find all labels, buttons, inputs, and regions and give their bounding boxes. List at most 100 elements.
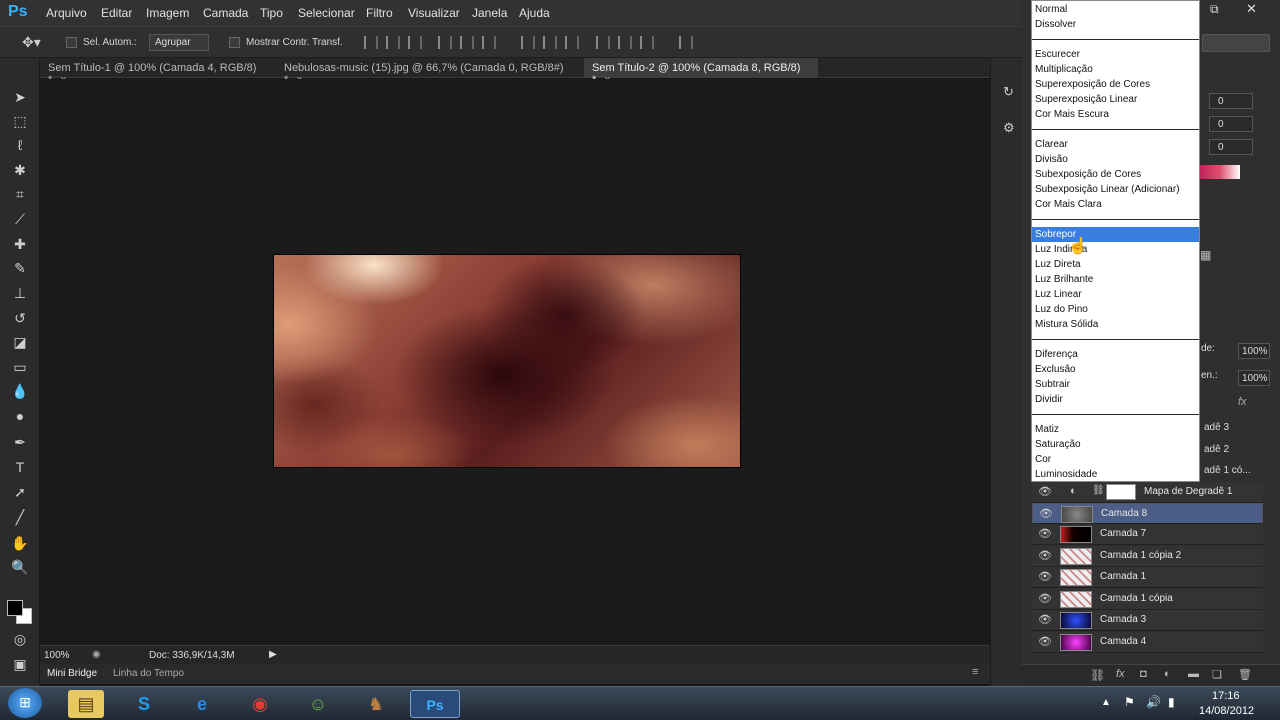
layer-row[interactable]: 👁 Camada 8 — [1032, 503, 1263, 524]
foreground-color-swatch[interactable] — [7, 600, 23, 616]
auto-select-checkbox[interactable] — [66, 37, 77, 48]
game-icon[interactable]: ♞ — [358, 690, 394, 718]
internet-explorer-icon[interactable]: e — [184, 690, 220, 718]
link-layers-icon[interactable]: ⛓ — [1090, 668, 1105, 682]
network-icon[interactable]: ▮ — [1168, 695, 1175, 709]
explorer-icon[interactable]: ▤ — [68, 690, 104, 718]
blend-option[interactable]: Matiz — [1032, 422, 1199, 437]
line-tool-icon[interactable]: ╱ — [10, 508, 30, 526]
blend-option[interactable]: Luz Brilhante — [1032, 272, 1199, 287]
show-hidden-icons-icon[interactable]: ▲ — [1101, 697, 1111, 708]
zoom-level[interactable]: 100% — [44, 650, 70, 661]
fx-icon[interactable]: fx — [1116, 668, 1125, 680]
eye-icon[interactable]: 👁 — [1038, 549, 1052, 562]
blend-option[interactable]: Dissolver — [1032, 17, 1199, 32]
blend-option[interactable]: Subtrair — [1032, 377, 1199, 392]
layer-gradient-map[interactable]: 👁 ◐ ⛓ Mapa de Degradê 1 — [1032, 482, 1263, 503]
blend-option[interactable]: Clarear — [1032, 137, 1199, 152]
messenger-icon[interactable]: ☺ — [300, 690, 336, 718]
menu-ajuda[interactable]: Ajuda — [519, 6, 550, 20]
distribute-vcenter-icon[interactable] — [543, 36, 557, 49]
blend-option[interactable]: Divisão — [1032, 152, 1199, 167]
tab-document-2[interactable]: Nebulosas-music (15).jpg @ 66,7% (Camada… — [276, 58, 584, 86]
quick-mask-icon[interactable]: ◎ — [10, 630, 30, 648]
menu-tipo[interactable]: Tipo — [260, 6, 283, 20]
color-value-r[interactable]: 0 — [1209, 93, 1253, 109]
document-canvas[interactable] — [273, 254, 741, 468]
layer-row[interactable]: 👁 Camada 3 — [1032, 610, 1263, 631]
eye-icon[interactable]: 👁 — [1038, 570, 1052, 583]
marquee-tool-icon[interactable]: ⬚ — [10, 112, 30, 130]
chrome-icon[interactable]: ◉ — [242, 690, 278, 718]
blend-option[interactable]: Cor Mais Escura — [1032, 107, 1199, 122]
new-group-icon[interactable]: ▬ — [1188, 668, 1199, 680]
blend-mode-dropdown[interactable]: Normal Dissolver Escurecer Multiplicação… — [1031, 0, 1200, 482]
volume-icon[interactable]: 🔊 — [1146, 695, 1161, 709]
add-mask-icon[interactable]: ◘ — [1140, 668, 1147, 680]
path-selection-icon[interactable]: ➚ — [10, 483, 30, 501]
blend-option[interactable]: Escurecer — [1032, 47, 1199, 62]
lasso-tool-icon[interactable]: ℓ — [10, 136, 30, 154]
group-select[interactable]: Agrupar — [149, 34, 209, 51]
blur-tool-icon[interactable]: 💧 — [10, 382, 30, 400]
align-vcenter-icon[interactable] — [386, 36, 400, 49]
eraser-tool-icon[interactable]: ◪ — [10, 333, 30, 351]
blend-option[interactable]: Superexposição Linear — [1032, 92, 1199, 107]
blend-option[interactable]: Cor — [1032, 452, 1199, 467]
align-left-icon[interactable] — [438, 36, 452, 49]
type-tool-icon[interactable]: T — [10, 458, 30, 476]
gradient-tool-icon[interactable]: ▭ — [10, 358, 30, 376]
distribute-bottom-icon[interactable] — [565, 36, 579, 49]
panel-menu-icon[interactable]: ≡ — [972, 666, 978, 678]
blend-option[interactable]: Luminosidade — [1032, 467, 1199, 482]
healing-brush-icon[interactable]: ✚ — [10, 235, 30, 253]
color-value-g[interactable]: 0 — [1209, 116, 1253, 132]
menu-imagem[interactable]: Imagem — [146, 6, 189, 20]
crop-tool-icon[interactable]: ⌗ — [10, 185, 30, 203]
eye-icon[interactable]: 👁 — [1039, 507, 1053, 520]
workspace-select[interactable] — [1202, 34, 1270, 52]
skype-icon[interactable]: S — [126, 690, 162, 718]
eye-icon[interactable]: 👁 — [1038, 592, 1052, 605]
eyedropper-tool-icon[interactable]: ⟋ — [10, 210, 30, 228]
distribute-hcenter-icon[interactable] — [618, 36, 632, 49]
eye-icon[interactable]: 👁 — [1038, 635, 1052, 648]
trash-icon[interactable]: 🗑 — [1238, 668, 1252, 681]
history-brush-icon[interactable]: ↺ — [10, 309, 30, 327]
color-ramp[interactable] — [1200, 165, 1240, 179]
show-transform-checkbox[interactable] — [229, 37, 240, 48]
blend-option[interactable]: Luz do Pino — [1032, 302, 1199, 317]
align-top-icon[interactable] — [364, 36, 378, 49]
blend-option[interactable]: Luz Direta — [1032, 257, 1199, 272]
blend-option[interactable]: Cor Mais Clara — [1032, 197, 1199, 212]
table-icon[interactable]: ▦ — [1200, 248, 1211, 262]
align-right-icon[interactable] — [482, 36, 496, 49]
blend-option[interactable]: Multiplicação — [1032, 62, 1199, 77]
hand-tool-icon[interactable]: ✋ — [10, 534, 30, 552]
properties-panel-icon[interactable]: ⚙ — [1003, 120, 1015, 136]
photoshop-taskbar-icon[interactable]: Ps — [410, 690, 460, 718]
fx-icon[interactable]: fx — [1238, 396, 1247, 408]
history-panel-icon[interactable]: ↻ — [1003, 84, 1014, 100]
blend-option[interactable]: Saturação — [1032, 437, 1199, 452]
move-tool-icon[interactable]: ➤ — [10, 88, 30, 106]
action-center-icon[interactable]: ⚑ — [1124, 695, 1135, 709]
blend-option[interactable]: Luz Indireta — [1032, 242, 1199, 257]
blend-option[interactable]: Superexposição de Cores — [1032, 77, 1199, 92]
restore-window-icon[interactable]: ⧉ — [1210, 2, 1219, 17]
eye-icon[interactable]: 👁 — [1038, 613, 1052, 626]
blend-option[interactable]: Mistura Sólida — [1032, 317, 1199, 332]
clock-time[interactable]: 17:16 — [1212, 690, 1240, 702]
tab-timeline[interactable]: Linha do Tempo — [113, 668, 184, 679]
opacity-input[interactable]: 100% — [1238, 343, 1270, 359]
layer-row[interactable]: 👁 Camada 7 — [1032, 524, 1263, 545]
start-button-icon[interactable]: ⊞ — [8, 688, 42, 718]
distribute-left-icon[interactable] — [596, 36, 610, 49]
layer-mask-thumb[interactable] — [1106, 484, 1136, 500]
dodge-tool-icon[interactable]: ● — [10, 407, 30, 425]
layer-row[interactable]: 👁 Camada 1 cópia — [1032, 589, 1263, 610]
blend-option[interactable]: Dividir — [1032, 392, 1199, 407]
status-info-icon[interactable]: ◉ — [92, 649, 101, 660]
adjustment-layer-icon[interactable]: ◐ — [1164, 668, 1171, 680]
screen-mode-icon[interactable]: ▣ — [10, 655, 30, 673]
